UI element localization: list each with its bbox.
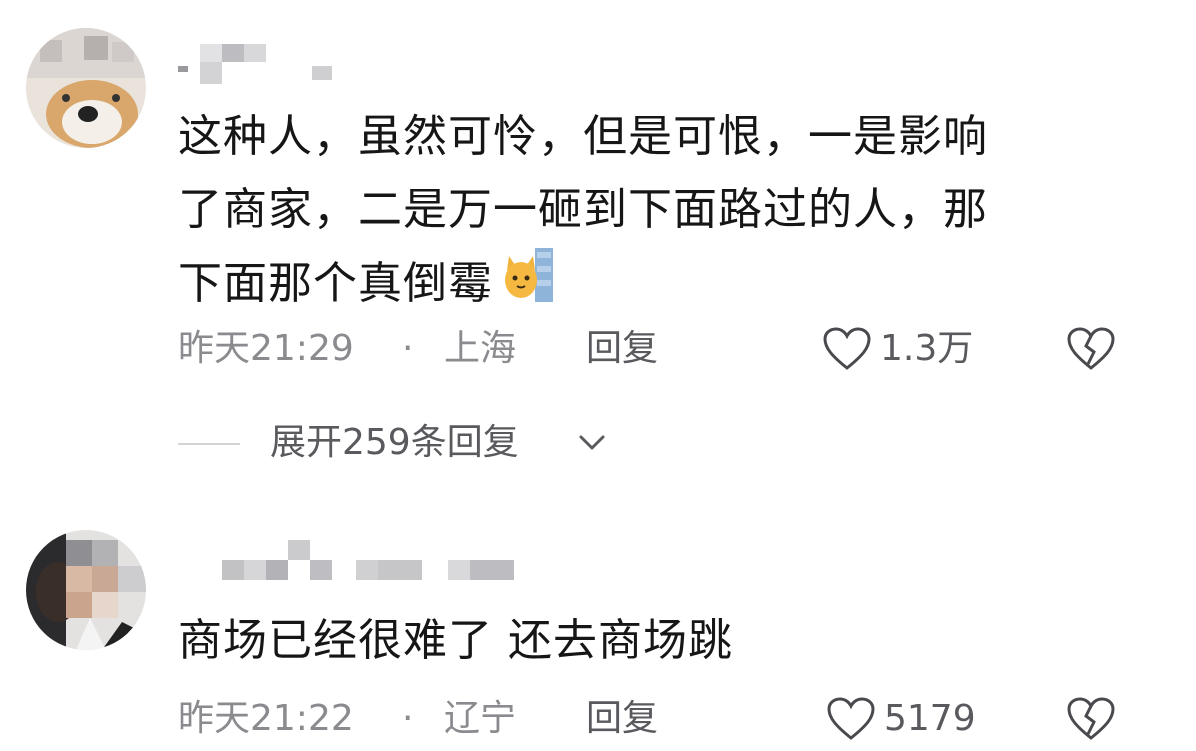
expand-replies-label: 展开259条回复 — [270, 422, 519, 463]
dislike-button[interactable] — [1066, 696, 1116, 751]
comment-meta: 昨天21:22 · 辽宁 回复 5179 — [178, 694, 1138, 744]
reply-button[interactable]: 回复 — [586, 324, 658, 374]
dislike-button[interactable] — [1066, 326, 1116, 381]
divider-line — [178, 443, 240, 445]
comment-text: 这种人，虽然可怜，但是可恨，一是影响 了商家，二是万一砸到下面路过的人，那 下面… — [178, 100, 1118, 326]
broken-heart-icon — [1067, 697, 1115, 740]
comment-time: 昨天21:22 — [178, 698, 354, 739]
cat-peeking-emoji-icon — [503, 246, 555, 326]
comment-location: 辽宁 — [444, 698, 517, 739]
like-count: 1.3万 — [880, 328, 974, 369]
broken-heart-icon — [1067, 327, 1115, 370]
comment-line: 商场已经很难了 还去商场跳 — [178, 615, 733, 666]
comment-line: 了商家，二是万一砸到下面路过的人，那 — [178, 184, 988, 235]
dog-avatar-icon — [26, 28, 146, 148]
meta-separator: · — [402, 698, 414, 739]
username-pixelated[interactable] — [178, 538, 518, 580]
comment-text: 商场已经很难了 还去商场跳 — [178, 604, 1118, 677]
user-avatar[interactable] — [26, 28, 146, 148]
username-pixelated[interactable] — [178, 42, 348, 84]
comment-line: 下面那个真倒霉 — [178, 258, 493, 309]
comment-meta: 昨天21:29 · 上海 回复 1.3万 — [178, 324, 1138, 374]
comment-line: 这种人，虽然可怜，但是可恨，一是影响 — [178, 111, 988, 162]
comment-line-with-emoji: 下面那个真倒霉 — [178, 246, 1118, 326]
user-avatar[interactable] — [26, 530, 146, 650]
heart-outline-icon — [823, 327, 871, 370]
comment-location: 上海 — [444, 328, 517, 369]
reply-button[interactable]: 回复 — [586, 694, 658, 744]
person-avatar-icon — [26, 530, 146, 650]
heart-outline-icon — [827, 697, 875, 740]
like-count: 5179 — [884, 698, 976, 739]
comment-time: 昨天21:29 — [178, 328, 354, 369]
chevron-down-icon — [579, 435, 605, 450]
comment-item: 商场已经很难了 还去商场跳 昨天21:22 · 辽宁 回复 5179 — [0, 520, 1196, 740]
like-button[interactable]: 1.3万 — [822, 324, 992, 374]
meta-separator: · — [402, 328, 414, 369]
comment-item: 这种人，虽然可怜，但是可恨，一是影响 了商家，二是万一砸到下面路过的人，那 下面… — [0, 0, 1196, 410]
like-button[interactable]: 5179 — [826, 694, 996, 744]
